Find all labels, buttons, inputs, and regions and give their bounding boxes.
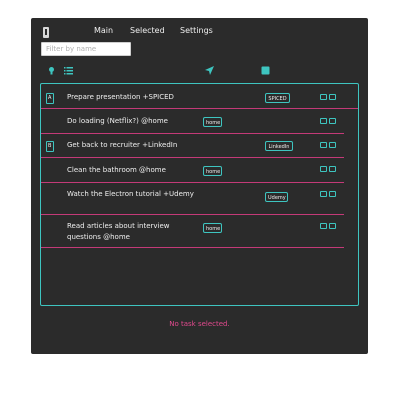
- status-text: No task selected.: [169, 320, 230, 328]
- delete-icon[interactable]: [329, 142, 336, 148]
- nav-settings[interactable]: Settings: [180, 26, 213, 35]
- task-tag[interactable]: home: [203, 166, 222, 176]
- task-label: Do loading (Netflix?) @home: [67, 117, 168, 125]
- flag-icon: B: [46, 141, 54, 152]
- app-logo-icon: [43, 27, 49, 38]
- lightbulb-icon[interactable]: [47, 66, 56, 75]
- list-item[interactable]: Watch the Electron tutorial +Udemy Udemy: [41, 183, 358, 215]
- delete-icon[interactable]: [329, 223, 336, 229]
- task-tag[interactable]: home: [203, 223, 222, 233]
- task-tag[interactable]: LinkedIn: [265, 141, 293, 151]
- list-icon[interactable]: [64, 66, 73, 75]
- archive-icon[interactable]: [261, 66, 270, 75]
- task-label: Get back to recruiter +LinkedIn: [67, 141, 178, 149]
- list-item[interactable]: Clean the bathroom @home home: [41, 158, 358, 183]
- list-item[interactable]: B Get back to recruiter +LinkedIn Linked…: [41, 134, 358, 158]
- delete-icon[interactable]: [329, 191, 336, 197]
- task-tag[interactable]: home: [203, 117, 222, 127]
- list-item[interactable]: Read articles about interview questions …: [41, 215, 358, 248]
- task-list: A Prepare presentation +SPICED SPICED Do…: [40, 83, 359, 306]
- edit-icon[interactable]: [320, 118, 327, 124]
- task-tag[interactable]: SPICED: [265, 93, 290, 103]
- delete-icon[interactable]: [329, 118, 336, 124]
- delete-icon[interactable]: [329, 94, 336, 100]
- flag-icon: A: [46, 93, 54, 104]
- nav-main[interactable]: Main: [94, 26, 113, 35]
- delete-icon[interactable]: [329, 166, 336, 172]
- task-label: Clean the bathroom @home: [67, 166, 166, 174]
- send-icon[interactable]: [205, 66, 214, 75]
- edit-icon[interactable]: [320, 94, 327, 100]
- task-label: Watch the Electron tutorial +Udemy: [67, 190, 194, 198]
- task-label: Prepare presentation +SPICED: [67, 93, 174, 101]
- task-tag[interactable]: Udemy: [265, 192, 288, 202]
- search-input[interactable]: [41, 42, 131, 56]
- task-label: Read articles about interview questions …: [67, 222, 170, 241]
- app-window: Main Selected Settings A Prepare present…: [31, 18, 368, 354]
- list-item[interactable]: A Prepare presentation +SPICED SPICED: [41, 84, 358, 109]
- edit-icon[interactable]: [320, 166, 327, 172]
- edit-icon[interactable]: [320, 191, 327, 197]
- list-item[interactable]: Do loading (Netflix?) @home home: [41, 109, 358, 134]
- edit-icon[interactable]: [320, 223, 327, 229]
- nav-selected[interactable]: Selected: [130, 26, 165, 35]
- edit-icon[interactable]: [320, 142, 327, 148]
- top-nav: Main Selected Settings: [31, 18, 368, 44]
- divider: [41, 247, 344, 248]
